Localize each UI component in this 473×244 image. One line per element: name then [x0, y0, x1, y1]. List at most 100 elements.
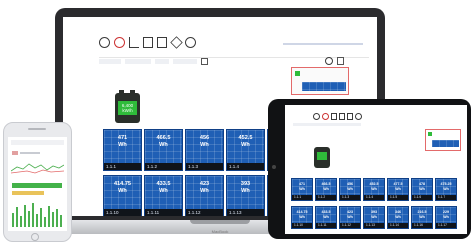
- panel-value: 456 Wh: [186, 135, 223, 149]
- tablet-panel-tile[interactable]: 433.5 Wh 1.1.11: [315, 206, 337, 229]
- panel-value: 452.5 Wh: [364, 182, 384, 191]
- tablet-filter-bar[interactable]: [293, 123, 361, 126]
- panel-energy: 393: [240, 181, 251, 187]
- panel-value: 477.5Wh: [388, 182, 408, 191]
- phone-bar-chart: [12, 203, 62, 227]
- laptop-panel-tile[interactable]: 433.5 Wh 1.1.11: [144, 175, 183, 216]
- panel-value: 393 Wh: [227, 181, 264, 195]
- laptop-panel-tile[interactable]: 452.5 Wh 1.1.4: [226, 129, 265, 171]
- report-icon[interactable]: [143, 37, 153, 48]
- panel-value: 423 Wh: [186, 181, 223, 195]
- tablet-panel-tile[interactable]: 393 Wh 1.1.13: [363, 206, 385, 229]
- clock-icon[interactable]: [99, 37, 110, 48]
- laptop-panel-tile[interactable]: 414.75 Wh 1.1.10: [103, 175, 142, 216]
- tablet-settings-icon[interactable]: [355, 113, 362, 120]
- tablet-camera: [272, 165, 276, 169]
- tablet-panel-tile[interactable]: 456 Wh 1.1.3: [339, 178, 361, 201]
- panel-id: 1.1.11: [145, 209, 182, 216]
- panel-value: 414.75 Wh: [292, 210, 312, 219]
- panel-unit: Wh: [200, 188, 209, 194]
- panel-energy: 423: [199, 181, 210, 187]
- panel-id: 1.1.12: [340, 223, 360, 228]
- plant-icon[interactable]: [114, 37, 125, 48]
- panel-value: 423 Wh: [340, 210, 360, 219]
- tablet-panel-tile[interactable]: 475.25 Wh 1.1.7: [435, 178, 457, 201]
- bar-chart-icon[interactable]: [129, 37, 139, 48]
- minimap[interactable]: [291, 67, 349, 95]
- document-icon[interactable]: [157, 37, 167, 48]
- panel-value: 452.5 Wh: [227, 135, 264, 149]
- tablet-chart-icon[interactable]: [331, 113, 337, 120]
- panel-unit: Wh: [159, 188, 168, 194]
- user-info: [283, 43, 363, 45]
- panel-unit: Wh: [118, 188, 127, 194]
- panel-id: 1.1.13: [364, 223, 384, 228]
- tablet-panel-tile[interactable]: 423 Wh 1.1.12: [339, 206, 361, 229]
- panel-unit: Wh: [347, 186, 353, 191]
- tablet-panel-tile[interactable]: 229 Wh 1.1.17: [435, 206, 457, 229]
- date-dropdown[interactable]: [173, 59, 197, 64]
- phone-legend-icon: [12, 151, 18, 155]
- menu-icon[interactable]: [337, 57, 344, 65]
- panel-unit: Wh: [395, 186, 401, 191]
- tablet-panel-tile[interactable]: 466.5 Wh 1.1.2: [315, 178, 337, 201]
- panel-id: 1.1.3: [186, 163, 223, 170]
- laptop-brand: MacBook: [211, 229, 229, 234]
- tablet-panel-tile[interactable]: 478 Wh 1.1.6: [411, 178, 433, 201]
- laptop-panel-tile[interactable]: 471 Wh 1.1.1: [103, 129, 142, 171]
- panel-id: 1.1.14: [388, 223, 408, 228]
- phone-home-button[interactable]: [31, 233, 39, 241]
- panel-value: 475.25 Wh: [436, 182, 456, 191]
- panel-id: 1.1.2: [316, 195, 336, 200]
- panel-unit: Wh: [299, 186, 305, 191]
- tablet-minimap[interactable]: [425, 129, 461, 151]
- panel-unit: Wh: [241, 188, 250, 194]
- settings-icon[interactable]: [185, 37, 196, 48]
- laptop-panel-tile[interactable]: 456 Wh 1.1.3: [185, 129, 224, 171]
- laptop-panel-tile[interactable]: 423 Wh 1.1.12: [185, 175, 224, 216]
- inverter[interactable]: 6,400 kW/h: [115, 90, 140, 123]
- panel-id: 1.1.1: [292, 195, 312, 200]
- panel-energy: 456: [199, 135, 210, 141]
- alert-icon[interactable]: [170, 36, 183, 49]
- tablet-clock-icon[interactable]: [313, 113, 320, 120]
- tablet-panel-tile[interactable]: 216.5 Wh 1.1.16: [411, 206, 433, 229]
- tablet-panel-tile[interactable]: 471 Wh 1.1.1: [291, 178, 313, 201]
- panel-id: 1.1.3: [340, 195, 360, 200]
- panel-energy: 414.75: [113, 181, 132, 187]
- panel-id: 1.1.16: [412, 223, 432, 228]
- panel-unit: Wh: [323, 186, 329, 191]
- panel-unit: Wh: [347, 214, 353, 219]
- panel-id: 1.1.11: [316, 223, 336, 228]
- tablet-plant-icon[interactable]: [322, 113, 329, 120]
- laptop-panel-tile[interactable]: 393 Wh 1.1.13: [226, 175, 265, 216]
- tablet-panel-tile[interactable]: 452.5 Wh 1.1.4: [363, 178, 385, 201]
- layout-icon[interactable]: [201, 58, 208, 65]
- panel-value: 433.5 Wh: [316, 210, 336, 219]
- tablet-inverter[interactable]: [314, 147, 330, 168]
- panel-id: 1.1.2: [145, 163, 182, 170]
- phone-progress-yellow: [12, 191, 44, 195]
- refresh-icon[interactable]: [325, 57, 333, 65]
- tablet-panel-tile[interactable]: 477.5 Wh 1.1.5: [387, 178, 409, 201]
- period-dropdown[interactable]: [155, 59, 169, 64]
- panel-unit: Wh: [159, 142, 168, 148]
- panel-value: 471 Wh: [292, 182, 312, 191]
- panel-unit: Wh: [323, 214, 329, 219]
- panel-value: 216.5Wh: [412, 210, 432, 219]
- phone-screen: [8, 137, 67, 231]
- panel-id: 1.1.17: [436, 223, 456, 228]
- panel-value: 478Wh: [412, 182, 432, 191]
- tablet-report-icon[interactable]: [339, 113, 345, 120]
- laptop-notch: [190, 220, 250, 224]
- tablet-document-icon[interactable]: [347, 113, 353, 120]
- tablet-panel-tile[interactable]: 414.75 Wh 1.1.10: [291, 206, 313, 229]
- site-dropdown[interactable]: [99, 59, 121, 64]
- group-dropdown[interactable]: [125, 59, 151, 64]
- tablet-panel-tile[interactable]: 346 Wh 1.1.14: [387, 206, 409, 229]
- panel-id: 1.1.5: [388, 195, 408, 200]
- laptop-panel-tile[interactable]: 466.5 Wh 1.1.2: [144, 129, 183, 171]
- phone-line-chart: [11, 163, 64, 174]
- inverter-display: 6,400 kW/h: [118, 101, 137, 115]
- panel-value: 471 Wh: [104, 135, 141, 149]
